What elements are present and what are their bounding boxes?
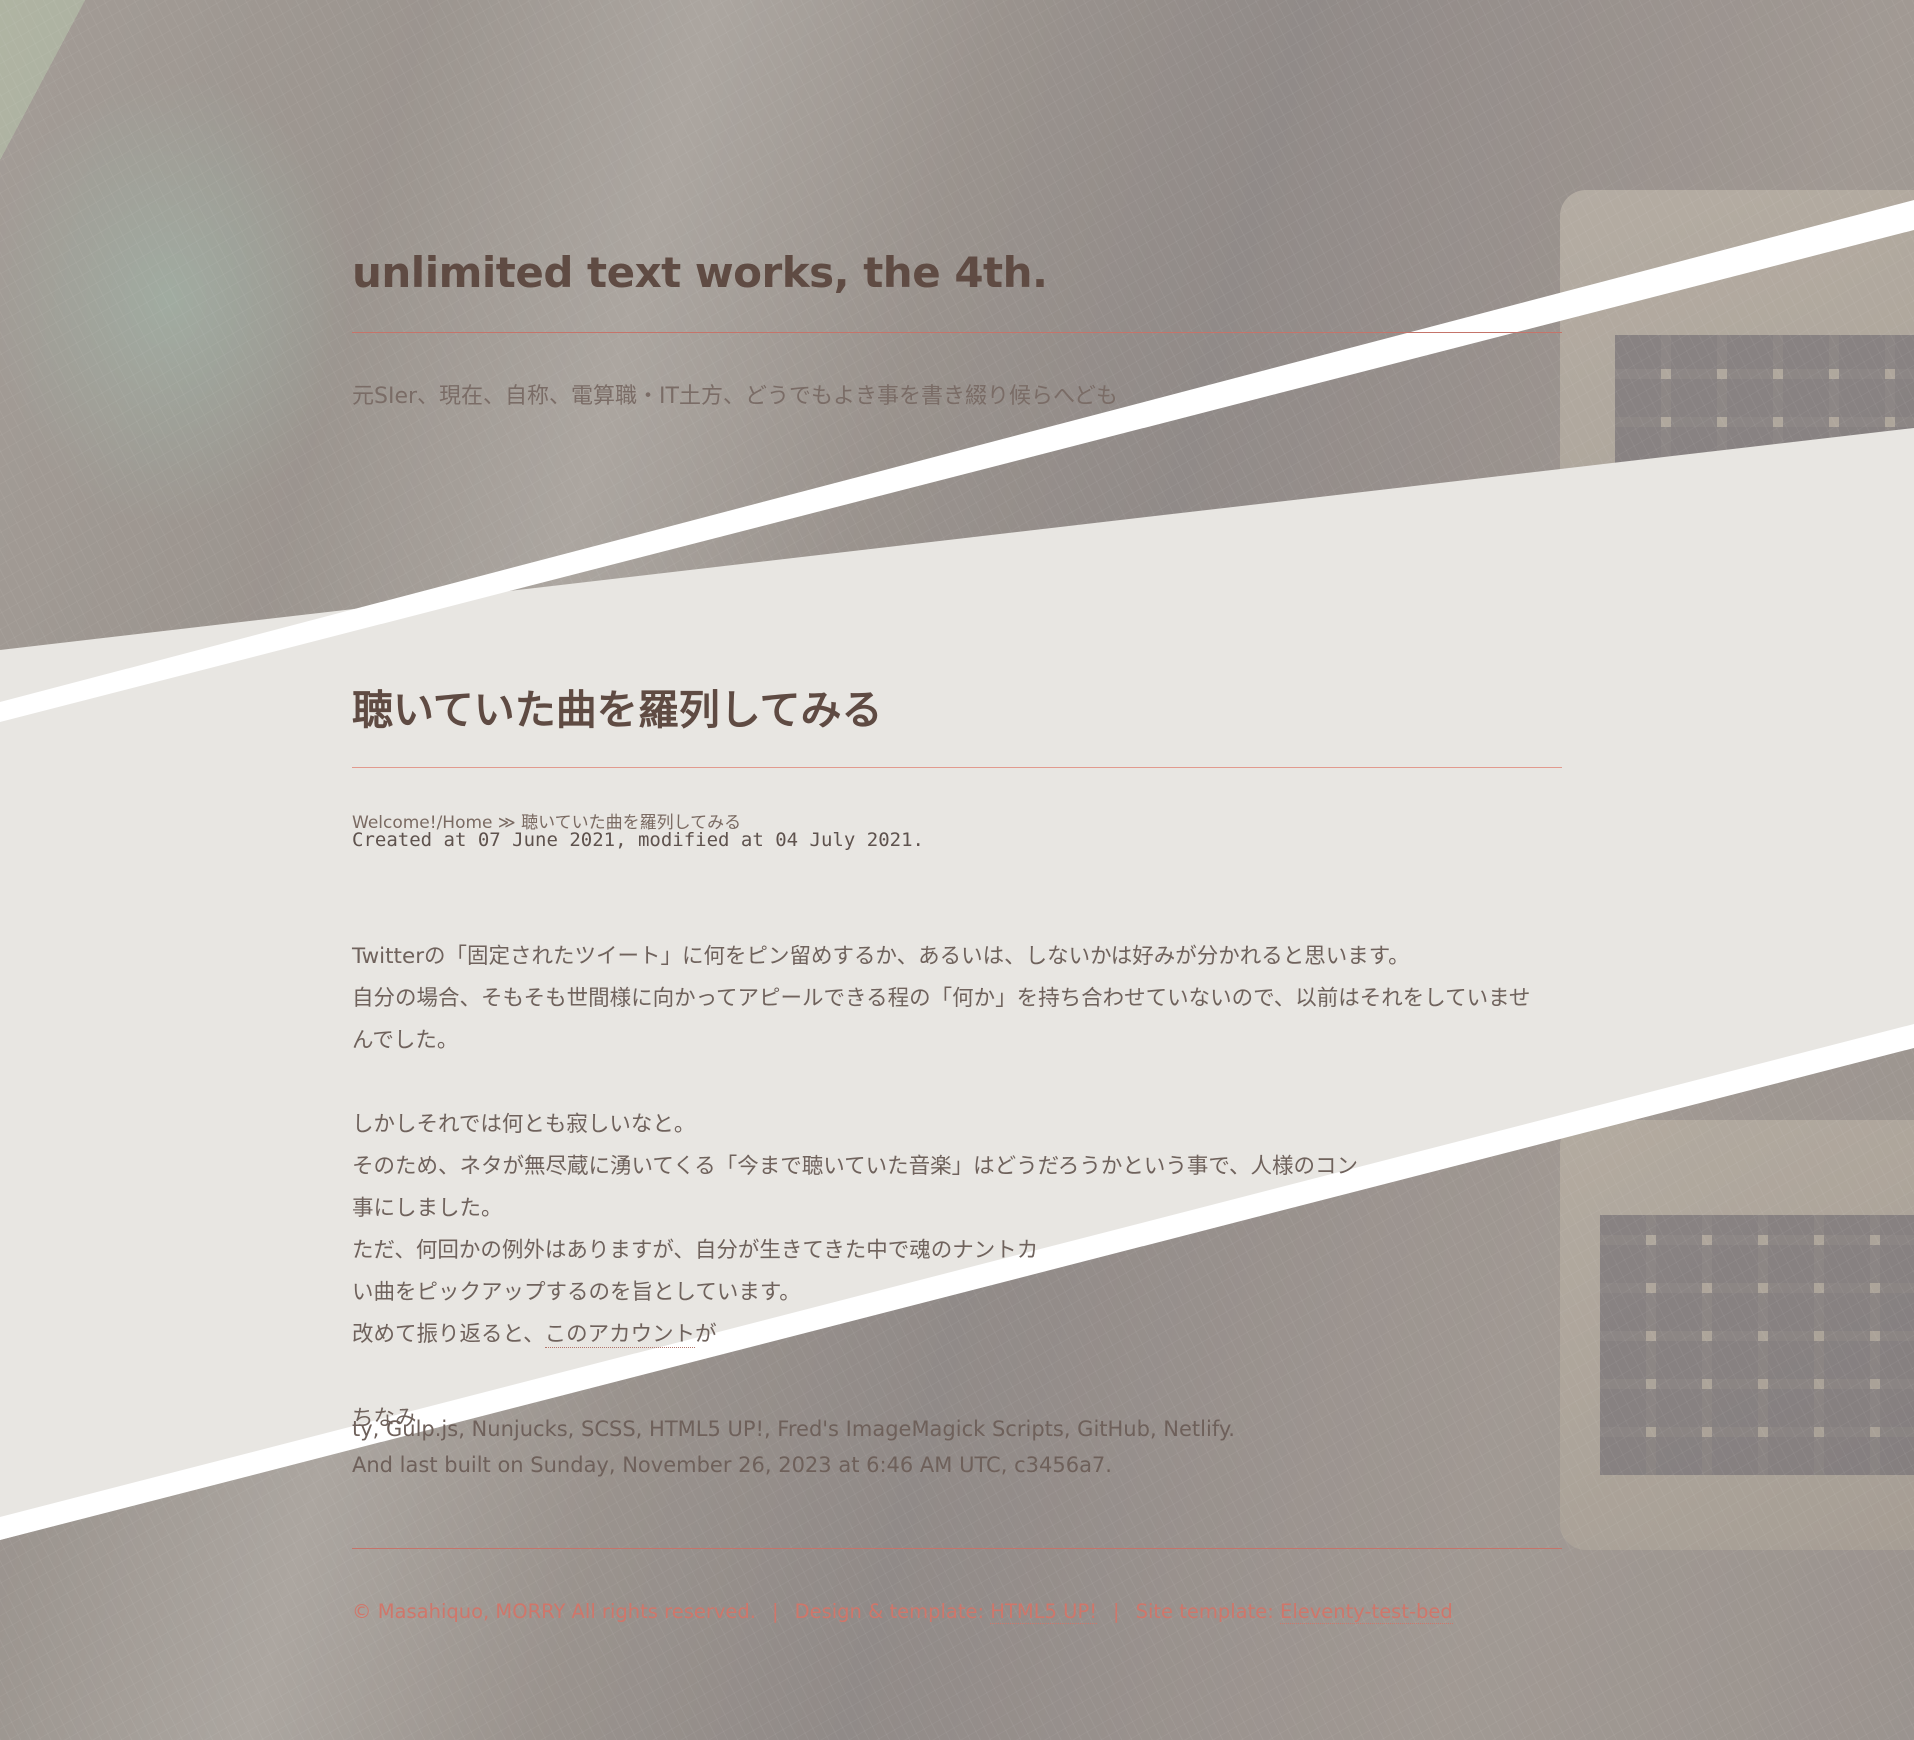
body-line: 改めて振り返ると、このアカウントが — [352, 1314, 1567, 1356]
footer-divider — [352, 1548, 1562, 1549]
body-text: 改めて振り返ると、 — [352, 1322, 545, 1347]
copyright: © Masahiquo, MORRY All rights reserved. — [352, 1600, 756, 1623]
post-body: Twitterの「固定されたツイート」に何をピン留めするか、あるいは、しないかは… — [352, 936, 1567, 1440]
site-title[interactable]: unlimited text works, the 4th. — [352, 248, 1048, 297]
eleventy-test-bed-link[interactable]: Eleventy-test-bed — [1280, 1600, 1453, 1624]
title-divider — [352, 332, 1562, 333]
body-text: が — [695, 1322, 717, 1347]
html5up-link[interactable]: HTML5 UP! — [990, 1600, 1098, 1624]
body-line: 事にしました。 — [352, 1196, 503, 1221]
body-line: い曲をピックアップするのを旨としています。 — [352, 1280, 801, 1305]
body-line: んでした。 — [352, 1028, 459, 1053]
body-line: そのため、ネタが無尽蔵に湧いてくる「今まで聴いていた音楽」はどうだろうかという事… — [352, 1154, 1358, 1179]
build-timestamp: And last built on Sunday, November 26, 2… — [352, 1453, 1112, 1477]
body-line: 自分の場合、そもそも世間様に向かってアピールできる程の「何か」を持ち合わせていな… — [352, 986, 1531, 1011]
post-title-divider — [352, 767, 1562, 768]
design-label: Design & template: — [794, 1600, 985, 1623]
footer-separator: | — [771, 1600, 779, 1623]
post-title: 聴いていた曲を羅列してみる — [352, 686, 883, 734]
build-info: ty, Gulp.js, Nunjucks, SCSS, HTML5 UP!, … — [352, 1411, 1235, 1483]
site-template-label: Site template: — [1135, 1600, 1274, 1623]
footer: © Masahiquo, MORRY All rights reserved. |… — [352, 1600, 1453, 1624]
body-line: しかしそれでは何とも寂しいなと。 — [352, 1112, 696, 1137]
site-subtitle: 元SIer、現在、自称、電算職・IT土方、どうでもよき事を書き綴り候らへども — [352, 384, 1118, 409]
account-link[interactable]: このアカウント — [544, 1322, 696, 1348]
post-meta-dates: Created at 07 June 2021, modified at 04 … — [352, 829, 924, 851]
footer-separator: | — [1113, 1600, 1120, 1623]
body-line: ただ、何回かの例外はありますが、自分が生きてきた中で魂のナントカ — [352, 1238, 1039, 1263]
build-tools: ty, Gulp.js, Nunjucks, SCSS, HTML5 UP!, … — [352, 1417, 1235, 1441]
body-line: Twitterの「固定されたツイート」に何をピン留めするか、あるいは、しないかは… — [352, 944, 1410, 969]
